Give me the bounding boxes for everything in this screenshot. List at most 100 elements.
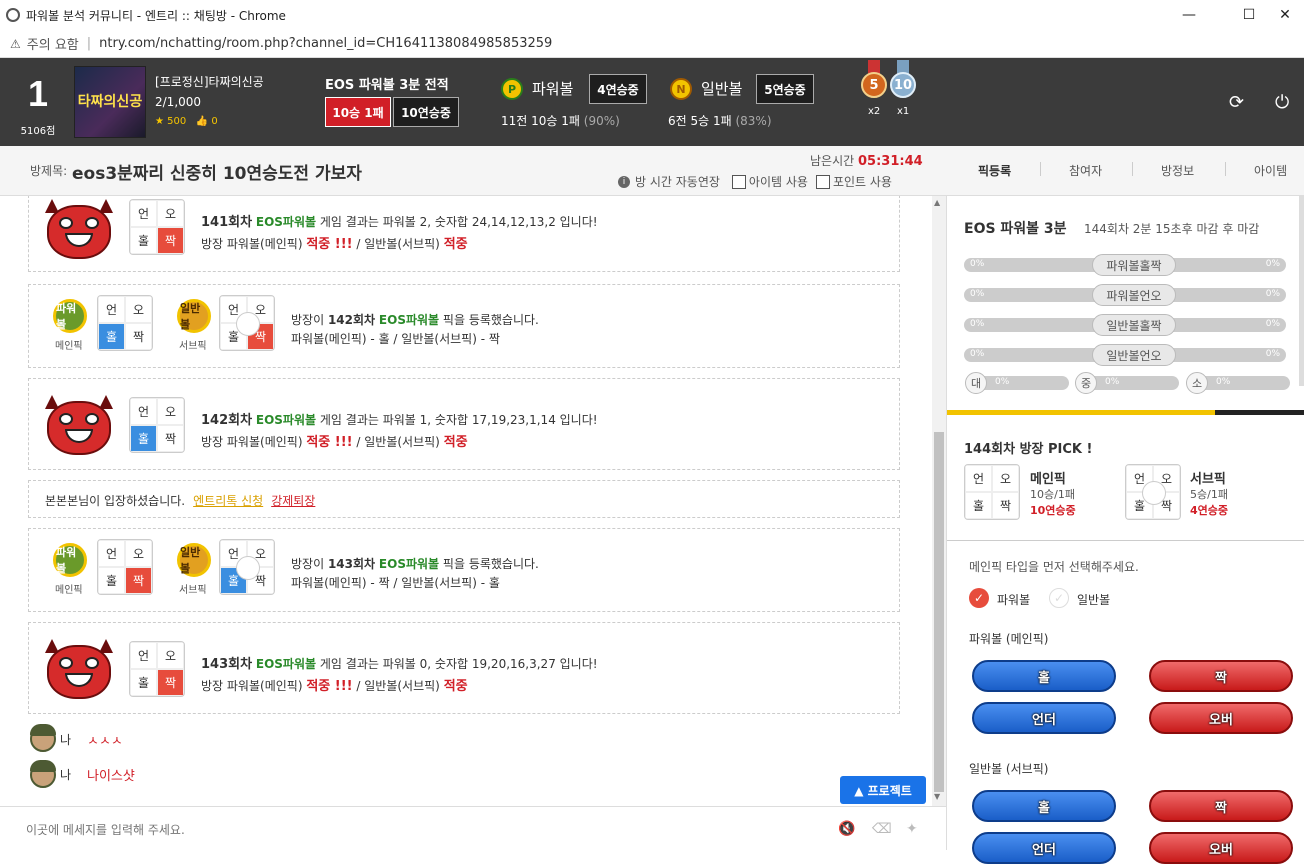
ntry-talk-link[interactable]: 엔트리톡 신청 (193, 494, 263, 508)
normalball-odd-button[interactable]: 홀 (972, 790, 1116, 822)
room-options: i 방 시간 자동연장 아이템 사용 포인트 사용 (618, 173, 892, 190)
point-use-checkbox[interactable] (815, 174, 830, 189)
item-use-checkbox[interactable] (731, 174, 746, 189)
cell-odd: 홀 (130, 227, 157, 254)
ratio-bar: 0% 파워볼언오 0% (964, 284, 1286, 306)
game-label: EOS파워볼 (378, 313, 440, 327)
item-use-label[interactable]: 아이템 사용 (749, 173, 808, 190)
chat-area[interactable]: 언 오 홀 짝 141회차 EOS파워볼 게임 결과는 파워볼 2, 숫자합 2… (0, 196, 932, 806)
powerball-radio-label[interactable]: 파워볼 (997, 591, 1030, 608)
pick-card: 파워볼 메인픽 언오홀짝 일반볼 서브픽 언오홀짝 방장이 142회차 EOS파… (28, 284, 900, 368)
magic-wand-icon[interactable]: ✦ (906, 821, 918, 837)
chat-input[interactable] (26, 819, 806, 841)
powerball-under-button[interactable]: 언더 (972, 702, 1116, 734)
pick-prefix: 방장이 (291, 557, 325, 571)
result-text: 143회차 EOS파워볼 게임 결과는 파워볼 0, 숫자합 19,20,16,… (201, 653, 598, 672)
size-bar-small: 소 0% (1186, 372, 1290, 394)
project-button[interactable]: ▲ 프로젝트 (840, 776, 926, 804)
medal-10-count: x1 (897, 106, 910, 117)
host-pick-title: 144회차 방장 PICK ! (964, 442, 1093, 457)
scroll-thumb[interactable] (934, 432, 944, 792)
powerball-even-button[interactable]: 짝 (1149, 660, 1293, 692)
warning-icon[interactable]: ⚠ (10, 37, 21, 51)
powerball-ball-icon: 파워볼 (53, 299, 87, 333)
result-grid: 언 오 홀 짝 (129, 199, 185, 255)
main-pick-label: 메인픽 (1030, 472, 1066, 487)
sub-pick-grid: 언오홀짝 (219, 539, 275, 595)
point-use-label[interactable]: 포인트 사용 (833, 173, 892, 190)
powerball-stat: 11전 10승 1패 (90%) (501, 112, 620, 129)
result-grid: 언 오 홀 짝 (129, 641, 185, 697)
main-pick-streak: 10연승중 (1030, 504, 1076, 517)
pick-suffix: 픽을 등록했습니다. (442, 557, 539, 571)
close-button[interactable]: ✕ (1262, 0, 1304, 30)
ratio-right: 0% (1265, 289, 1280, 299)
panel-scrollbar[interactable] (1299, 196, 1304, 386)
remaining-label: 남은시간 (810, 154, 855, 168)
panel-round-status: 144회차 2분 15초후 마감 후 마감 (1084, 222, 1260, 236)
tab-participants[interactable]: 참여자 (1069, 162, 1102, 179)
scroll-up-icon[interactable]: ▲ (934, 198, 940, 207)
main-pick-record: 10승/1패 (1030, 488, 1075, 501)
power-icon[interactable]: ⏻ (1275, 92, 1289, 113)
cell-odd: 홀 (130, 669, 157, 696)
normalball-section-label: 일반볼 (서브픽) (969, 762, 1049, 776)
rank-number: 1 (27, 73, 49, 114)
result-hits: 방장 파워볼(메인픽) 적중 !!! / 일반볼(서브픽) 적중 (201, 675, 468, 694)
powerball-coin-icon: P (501, 78, 523, 100)
timer-progress-dark (1215, 410, 1304, 415)
powerball-radio[interactable]: ✓ (969, 588, 989, 608)
round-label: 143회차 (327, 557, 376, 571)
sub-pick-label: 서브픽 (1190, 472, 1226, 487)
game-label: EOS파워볼 (255, 657, 317, 671)
normalball-ball-icon: 일반볼 (177, 299, 211, 333)
result-detail: 게임 결과는 파워볼 2, 숫자합 24,14,12,13,2 입니다! (319, 215, 598, 229)
hit-label: 적중 (443, 237, 468, 252)
result-text: 142회차 EOS파워볼 게임 결과는 파워볼 1, 숫자합 17,19,23,… (201, 409, 598, 428)
refresh-icon[interactable]: ⟳ (1229, 92, 1244, 113)
main-pick-label: 메인픽 (55, 341, 83, 352)
size-label: 대 (965, 372, 987, 394)
devil-avatar-icon (43, 639, 115, 701)
pick-prefix: 방장이 (291, 313, 325, 327)
url-text[interactable]: ntry.com/nchatting/room.php?channel_id=C… (99, 36, 552, 51)
ratio-left: 0% (970, 289, 985, 299)
chat-scrollbar[interactable]: ▲ ▼ (932, 196, 946, 806)
eraser-icon[interactable]: ⌫ (872, 821, 892, 837)
address-bar[interactable]: ⚠ 주의 요함 | ntry.com/nchatting/room.php?ch… (0, 30, 1304, 58)
size-pct: 0% (995, 377, 1010, 387)
remaining-time-value: 05:31:44 (858, 154, 923, 169)
normalball-under-button[interactable]: 언더 (972, 832, 1116, 864)
cell-under: 언 (130, 642, 157, 669)
minimize-button[interactable]: — (1166, 0, 1212, 30)
powerball-odd-button[interactable]: 홀 (972, 660, 1116, 692)
kick-link[interactable]: 강제퇴장 (271, 494, 315, 508)
tab-pick-register[interactable]: 픽등록 (978, 162, 1011, 179)
sub-pick-record: 5승/1패 (1190, 488, 1228, 501)
powerball-streak: 4연승중 (589, 74, 647, 104)
result-card: 언 오 홀 짝 142회차 EOS파워볼 게임 결과는 파워볼 1, 숫자합 1… (28, 378, 900, 470)
window-titlebar: 파워볼 분석 커뮤니티 - 엔트리 :: 채팅방 - Chrome — ☐ ✕ (0, 0, 1304, 30)
round-label: 142회차 (201, 413, 253, 428)
size-bar-large: 대 0% (965, 372, 1069, 394)
security-label[interactable]: 주의 요함 (27, 34, 79, 53)
address-separator: | (86, 36, 92, 51)
host-name[interactable]: [프로정신]타짜의신공 (155, 73, 264, 90)
tab-room-info[interactable]: 방정보 (1161, 162, 1194, 179)
cell-under: 언 (130, 200, 157, 227)
scroll-down-icon[interactable]: ▼ (934, 792, 940, 801)
devil-avatar-icon (43, 395, 115, 457)
pick-card: 파워볼 메인픽 언오홀짝 일반볼 서브픽 언오홀짝 방장이 143회차 EOS파… (28, 528, 900, 612)
normalball-radio[interactable]: ✓ (1049, 588, 1069, 608)
devil-avatar-icon (43, 199, 115, 261)
tab-items[interactable]: 아이템 (1254, 162, 1287, 179)
normalball-radio-label[interactable]: 일반볼 (1077, 591, 1110, 608)
hit-label: 적중 (443, 679, 468, 694)
powerball-stat-text: 11전 10승 1패 (501, 114, 580, 128)
powerball-over-button[interactable]: 오버 (1149, 702, 1293, 734)
normalball-over-button[interactable]: 오버 (1149, 832, 1293, 864)
normalball-even-button[interactable]: 짝 (1149, 790, 1293, 822)
mute-icon[interactable]: 🔇 (838, 821, 855, 837)
size-label: 소 (1186, 372, 1208, 394)
host-thumbnail[interactable]: 타짜의신공 (74, 66, 146, 138)
